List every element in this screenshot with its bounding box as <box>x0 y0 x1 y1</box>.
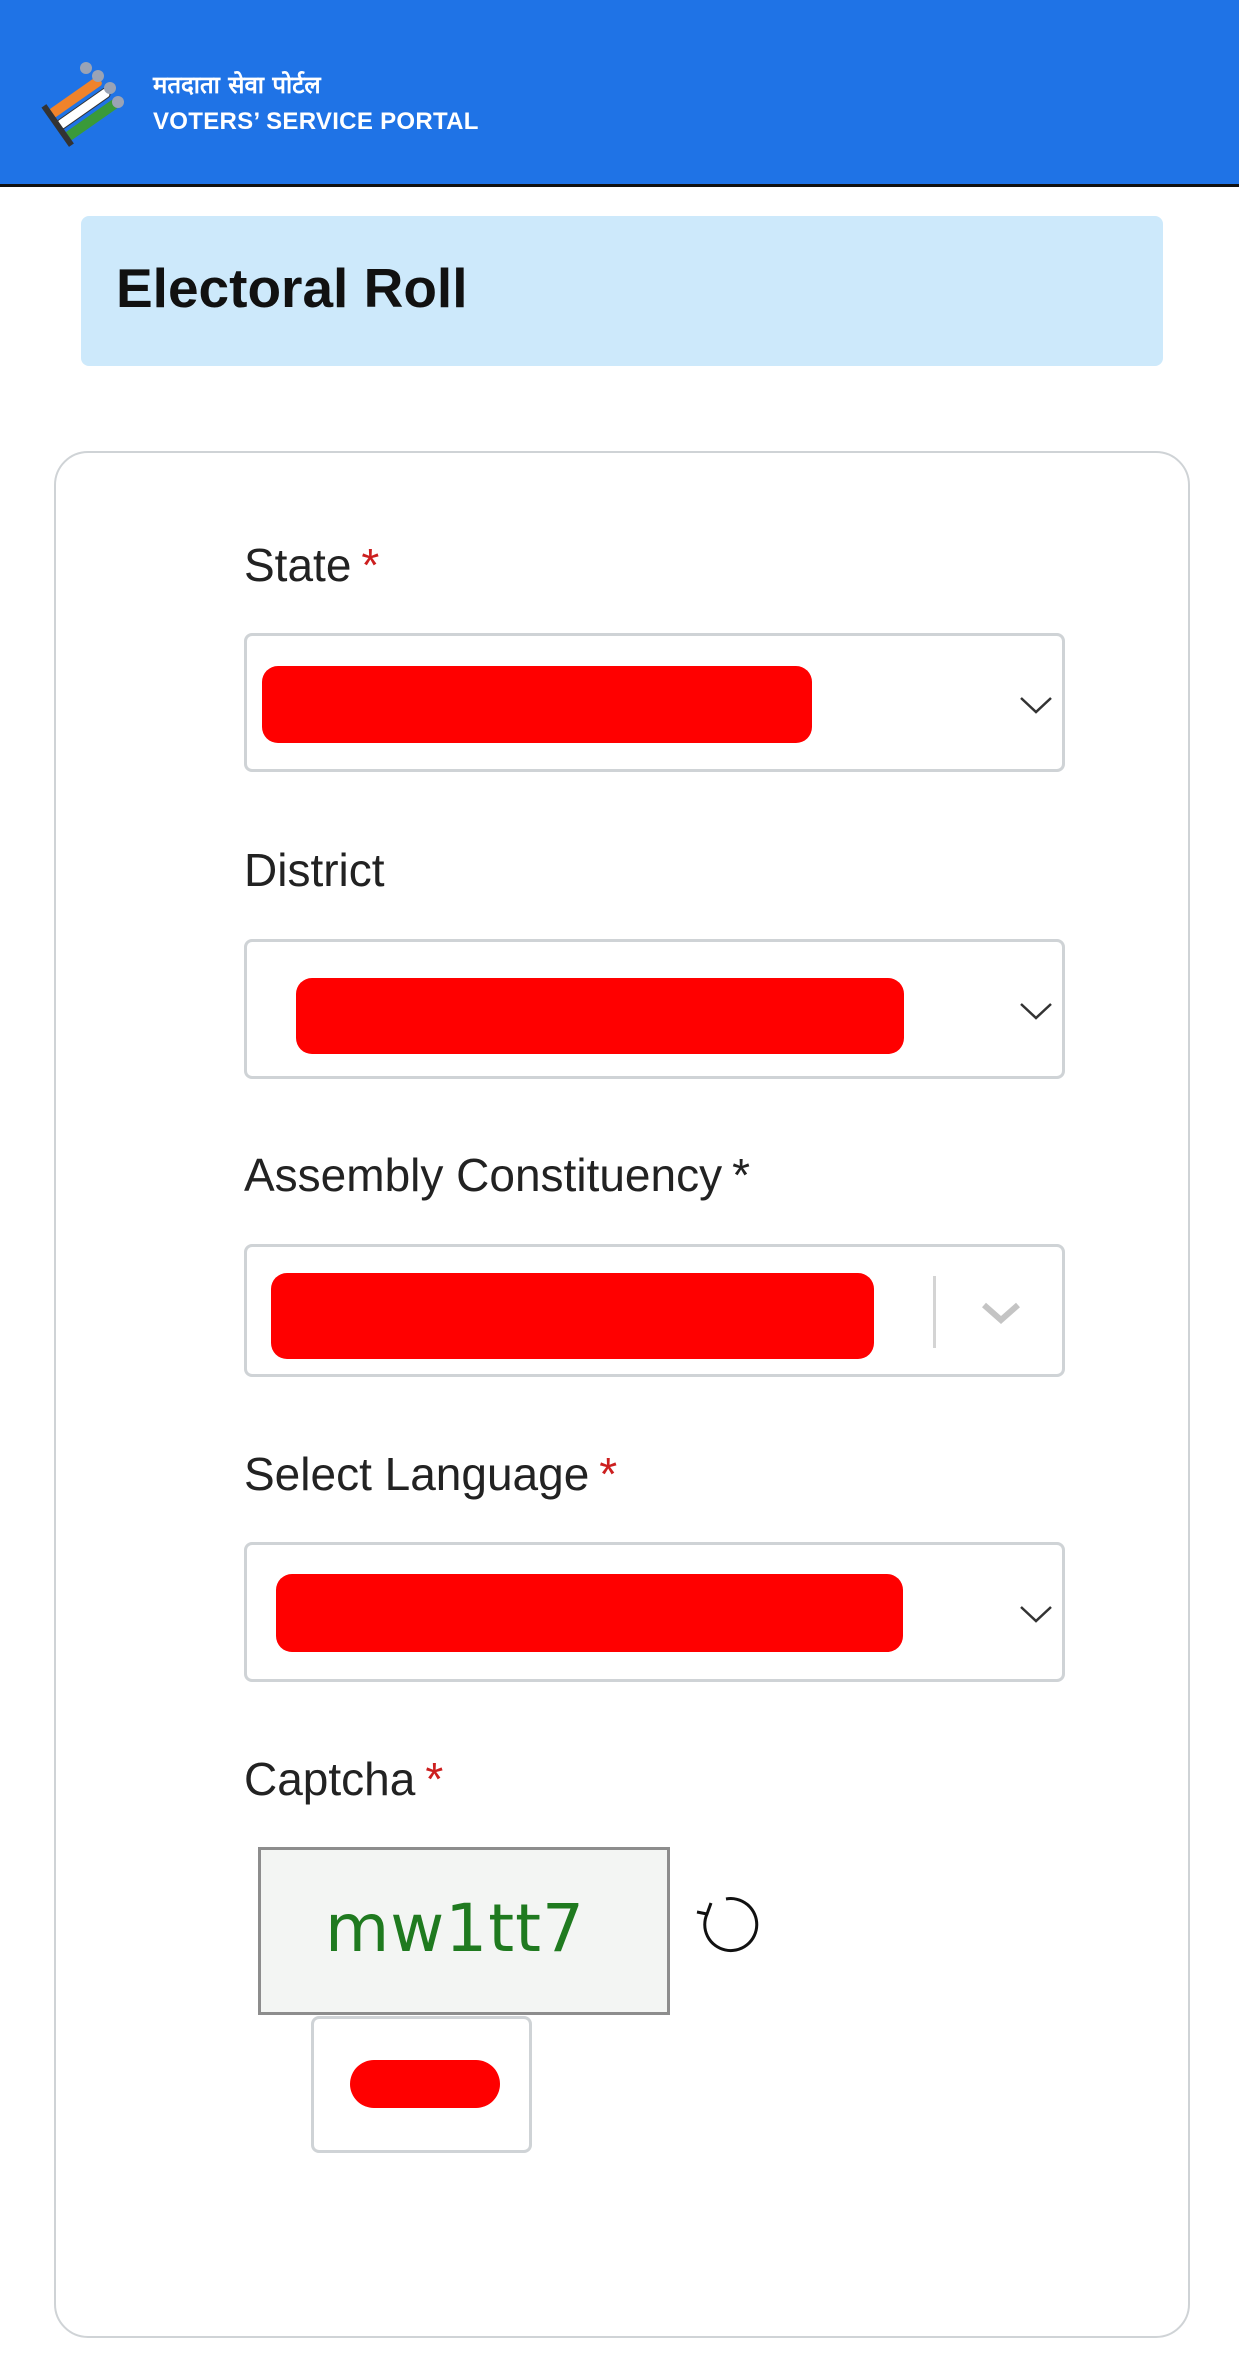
required-marker: * <box>425 1753 444 1805</box>
required-marker: * <box>599 1448 618 1500</box>
assembly-constituency-label: Assembly Constituency * <box>244 1148 750 1202</box>
district-value-redacted <box>296 978 904 1054</box>
district-label-text: District <box>244 844 385 896</box>
chevron-down-icon[interactable] <box>1019 695 1053 715</box>
captcha-image: mw1tt7 <box>258 1847 670 2015</box>
page-title: Electoral Roll <box>116 257 468 319</box>
required-marker: * <box>361 539 380 591</box>
language-label-text: Select Language <box>244 1448 590 1500</box>
state-value-redacted <box>262 666 812 743</box>
captcha-label-text: Captcha <box>244 1753 416 1805</box>
state-select[interactable] <box>244 633 1065 772</box>
captcha-input[interactable] <box>311 2016 532 2153</box>
assembly-constituency-value-redacted <box>271 1273 874 1359</box>
language-value-redacted <box>276 1574 903 1652</box>
assembly-constituency-label-text: Assembly Constituency <box>244 1149 723 1201</box>
district-select[interactable] <box>244 939 1065 1079</box>
chevron-down-icon[interactable] <box>1019 1001 1053 1021</box>
app-header: मतदाता सेवा पोर्टल VOTERS’ SERVICE PORTA… <box>0 0 1239 187</box>
assembly-constituency-select[interactable] <box>244 1244 1065 1377</box>
chevron-down-icon[interactable] <box>1019 1604 1053 1624</box>
captcha-input-redacted <box>350 2060 500 2108</box>
select-divider <box>933 1276 936 1348</box>
state-label: State * <box>244 538 379 592</box>
language-select[interactable] <box>244 1542 1065 1682</box>
chevron-down-icon[interactable] <box>980 1301 1022 1325</box>
captcha-image-text: mw1tt7 <box>325 1890 586 1967</box>
portal-title-english: VOTERS’ SERVICE PORTAL <box>153 108 479 135</box>
district-label: District <box>244 843 385 897</box>
state-label-text: State <box>244 539 352 591</box>
portal-title-hindi: मतदाता सेवा पोर्टल <box>153 71 321 99</box>
refresh-icon[interactable] <box>693 1892 759 1958</box>
captcha-label: Captcha * <box>244 1752 443 1806</box>
language-label: Select Language * <box>244 1447 617 1501</box>
page-title-banner: Electoral Roll <box>81 216 1163 366</box>
required-marker: * <box>732 1149 750 1201</box>
eci-logo-icon[interactable] <box>30 56 126 152</box>
